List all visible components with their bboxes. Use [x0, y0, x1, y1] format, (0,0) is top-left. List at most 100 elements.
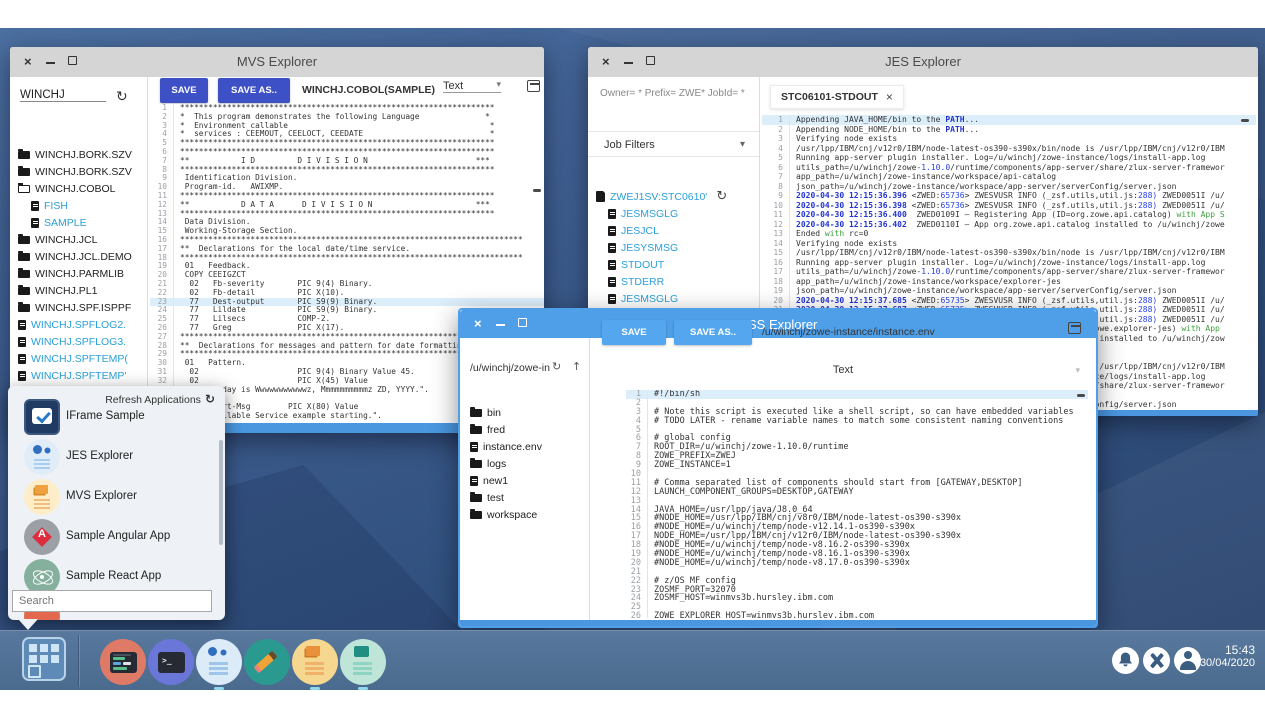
tree-item[interactable]: JESJCL: [608, 223, 659, 238]
window-title: JES Explorer: [588, 54, 1258, 69]
tree-item[interactable]: FISH: [31, 198, 68, 213]
code-line: 8json_path=/u/winchj/zowe-instance/works…: [762, 182, 1256, 192]
tree-item[interactable]: WINCHJ.SPFTEMP': [18, 368, 126, 383]
uss-explorer-window: × USS Explorer /u/winchj/zowe-in ↻ ↑ bin…: [458, 308, 1098, 628]
user-account-icon[interactable]: [1174, 647, 1201, 674]
file-icon: [31, 201, 39, 211]
app-launcher-button[interactable]: [22, 637, 66, 681]
tree-item[interactable]: workspace: [470, 507, 537, 522]
code-line: 202020-04-30 12:15:37.685 <ZWED:65735> Z…: [762, 296, 1256, 306]
tree-item[interactable]: new1: [470, 473, 508, 488]
tree-item[interactable]: WINCHJ.COBOL: [18, 181, 116, 196]
mvs-title-bar[interactable]: × MVS Explorer: [10, 47, 544, 77]
line-number: 3: [762, 134, 790, 144]
line-number: 20: [762, 296, 790, 306]
app-list-scrollbar[interactable]: [219, 440, 223, 545]
launcher-item-iframe[interactable]: IFrame Sample: [8, 399, 225, 439]
folder-icon: [18, 168, 30, 176]
letterbox-top: [0, 0, 1265, 28]
editor-scrollbar[interactable]: [1077, 394, 1085, 397]
tree-item[interactable]: WINCHJ.PL1: [18, 283, 97, 298]
vt-terminal-icon[interactable]: >_: [148, 639, 194, 685]
syntax-mode-select[interactable]: Text: [590, 364, 1096, 376]
code-line: 19json_path=/u/winchj/zowe-instance/work…: [762, 286, 1256, 296]
folder-icon: [18, 236, 30, 244]
shell-script-editor[interactable]: 1#!/bin/sh23# Note this script is execut…: [626, 390, 1088, 618]
line-text: app_path=/u/winchj/zowe-instance/workspa…: [796, 172, 1056, 182]
tree-item[interactable]: WINCHJ.PARMLIB: [18, 266, 124, 281]
tree-item[interactable]: STDERR: [608, 274, 664, 289]
line-text: /usr/lpp/IBM/cnj/v12r0/IBM/node-latest-o…: [796, 248, 1225, 258]
save-button[interactable]: SAVE: [602, 320, 666, 345]
tree-item[interactable]: bin: [470, 405, 501, 420]
folder-open-icon: [18, 185, 30, 193]
tree-item[interactable]: WINCHJ.JCL: [18, 232, 97, 247]
tree-item-label: test: [487, 492, 504, 504]
code-line: 15/usr/lpp/IBM/cnj/v12r0/IBM/node-latest…: [762, 248, 1256, 258]
uss-explorer-icon[interactable]: [340, 639, 386, 685]
tab-stdout[interactable]: STC06101-STDOUT ×: [770, 85, 904, 109]
save-as-button[interactable]: SAVE AS..: [218, 78, 290, 103]
open-in-new-icon[interactable]: [527, 80, 540, 92]
launcher-item-mvs[interactable]: MVS Explorer: [8, 479, 225, 519]
tree-item-label: WINCHJ.JCL: [35, 234, 97, 246]
tree-item[interactable]: WINCHJ.SPF.ISPPF: [18, 300, 131, 315]
tree-item[interactable]: JESMSGLG: [608, 291, 678, 306]
editor-scrollbar[interactable]: [533, 189, 541, 192]
line-text: json_path=/u/winchj/zowe-instance/worksp…: [796, 182, 1177, 192]
code-line: 4# TODO LATER - rename variable names to…: [626, 417, 1088, 426]
line-text: #NODE_HOME=/u/winchj/temp/node-v8.17.0-o…: [654, 559, 910, 568]
tree-item-label: logs: [487, 458, 506, 470]
tree-item[interactable]: WINCHJ.SPFTEMP(: [18, 351, 128, 366]
tree-item[interactable]: fred: [470, 422, 505, 437]
code-line: 24ZOSMF_HOST=winmvs3b.hursley.ibm.com: [626, 594, 1088, 603]
launcher-item-angular[interactable]: Sample Angular App: [8, 519, 225, 559]
tree-item[interactable]: WINCHJ.JCL.DEMO: [18, 249, 132, 264]
code-line: 3Verifying node exists: [762, 134, 1256, 144]
tree-item[interactable]: WINCHJ.BORK.SZV: [18, 164, 132, 179]
save-button[interactable]: SAVE: [160, 78, 208, 103]
jes-title-bar[interactable]: × JES Explorer: [588, 47, 1258, 77]
notifications-bell-icon[interactable]: [1112, 647, 1139, 674]
line-text: utils_path=/u/winchj/zowe-1.10.0/runtime…: [796, 267, 1225, 277]
tree-item[interactable]: test: [470, 490, 504, 505]
tree-item-label: SAMPLE: [44, 217, 87, 229]
line-number: 12: [762, 220, 790, 230]
tree-item[interactable]: ZWEJ1SV:STC0610'↻: [596, 189, 727, 204]
line-text: Ended with rc=0: [796, 229, 868, 239]
tree-item[interactable]: WINCHJ.BORK.SZV: [18, 147, 132, 162]
editor-icon[interactable]: [244, 639, 290, 685]
launcher-item-jes[interactable]: JES Explorer: [8, 439, 225, 479]
open-in-new-icon[interactable]: [1068, 322, 1081, 334]
code-line: 9ZOWE_INSTANCE=1: [626, 461, 1088, 470]
refresh-icon[interactable]: ↻: [716, 189, 727, 204]
app-launcher-popup: Refresh Applications↻ IFrame SampleJES E…: [8, 386, 225, 620]
close-icon[interactable]: ×: [886, 90, 893, 104]
tree-item-label: workspace: [487, 509, 537, 521]
save-as-button[interactable]: SAVE AS..: [674, 320, 752, 345]
folder-icon: [18, 304, 30, 312]
settings-tools-icon[interactable]: [1143, 647, 1170, 674]
taskbar-divider: [78, 635, 79, 687]
code-line: 2Appending NODE_HOME/bin to the PATH...: [762, 125, 1256, 135]
code-line: 7app_path=/u/winchj/zowe-instance/worksp…: [762, 172, 1256, 182]
file-icon: [18, 320, 26, 330]
tree-item[interactable]: JESYSMSG: [608, 240, 678, 255]
app-search-input[interactable]: [12, 590, 212, 612]
code-line: 5Running app-server plugin installer. Lo…: [762, 153, 1256, 163]
tree-item[interactable]: WINCHJ.SPFLOG2.: [18, 317, 126, 332]
tree-item[interactable]: logs: [470, 456, 506, 471]
line-text: Verifying node exists: [796, 239, 897, 249]
tree-item[interactable]: JESMSGLG: [608, 206, 678, 221]
editor-scrollbar[interactable]: [1241, 119, 1249, 122]
syntax-mode-select[interactable]: Text ▾: [443, 80, 501, 93]
tree-item[interactable]: SAMPLE: [31, 215, 87, 230]
dataset-tree: WINCHJ.BORK.SZV WINCHJ.BORK.SZV WINCHJ.COB…: [10, 77, 147, 423]
tree-item[interactable]: STDOUT: [608, 257, 664, 272]
code-line: 20#NODE_HOME=/u/winchj/temp/node-v8.17.0…: [626, 559, 1088, 568]
tree-item[interactable]: instance.env: [470, 439, 542, 454]
mvs-explorer-icon[interactable]: [292, 639, 338, 685]
tree-item[interactable]: WINCHJ.SPFLOG3.: [18, 334, 126, 349]
jes-explorer-icon[interactable]: [196, 639, 242, 685]
tn3270-terminal-icon[interactable]: [100, 639, 146, 685]
